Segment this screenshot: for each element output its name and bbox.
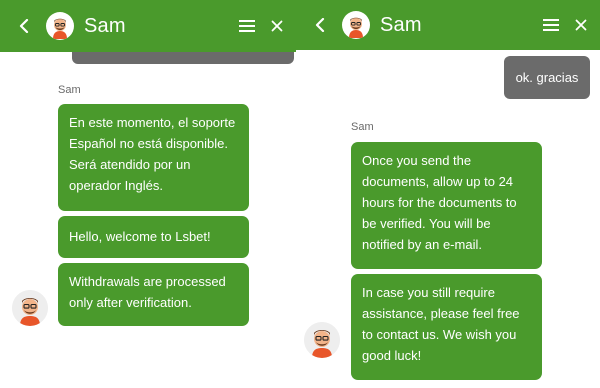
close-icon[interactable] [264, 13, 290, 39]
chat-title: Sam [380, 13, 422, 36]
chat-pane-left: Sam Sam En este momento, el soporte Espa… [0, 0, 296, 388]
close-icon[interactable] [568, 12, 594, 38]
sender-label: Sam [351, 121, 374, 133]
chat-pane-right: Sam ok. gracias Sam Once you send the do… [296, 0, 600, 388]
chat-header: Sam [0, 0, 296, 52]
hamburger-menu-icon[interactable] [234, 13, 260, 39]
chat-header: Sam [296, 0, 600, 50]
agent-avatar [46, 12, 74, 40]
sender-label: Sam [58, 84, 81, 96]
chevron-left-icon[interactable] [10, 12, 38, 40]
agent-message: Withdrawals are processed only after ver… [58, 263, 249, 326]
chat-title: Sam [84, 14, 126, 37]
agent-message: Once you send the documents, allow up to… [351, 142, 542, 269]
chat-screens: Sam Sam En este momento, el soporte Espa… [0, 0, 600, 388]
user-message-bubble: ok. gracias [504, 56, 590, 99]
agent-message: In case you still require assistance, pl… [351, 274, 542, 380]
agent-message: Hello, welcome to Lsbet! [58, 216, 249, 258]
agent-avatar [304, 322, 340, 358]
agent-avatar [342, 11, 370, 39]
agent-avatar [12, 290, 48, 326]
chevron-left-icon[interactable] [306, 11, 334, 39]
agent-message: En este momento, el soporte Español no e… [58, 104, 249, 211]
hamburger-menu-icon[interactable] [538, 12, 564, 38]
